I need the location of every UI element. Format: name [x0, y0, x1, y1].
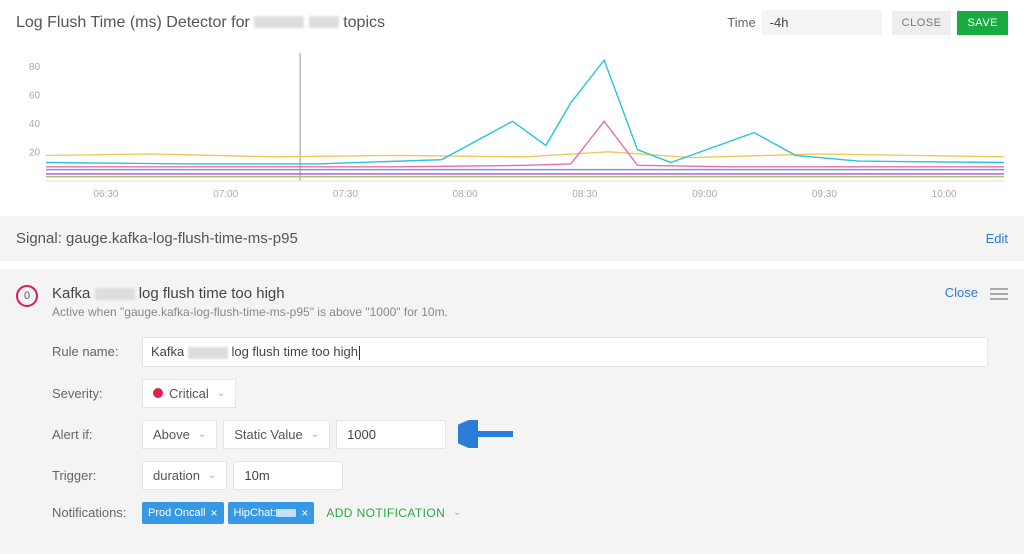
save-button[interactable]: SAVE [957, 11, 1008, 35]
svg-text:07:30: 07:30 [333, 189, 358, 200]
add-notification-button[interactable]: ADD NOTIFICATION⌄ [326, 506, 462, 520]
severity-select[interactable]: Critical ⌄ [142, 379, 236, 408]
svg-text:09:30: 09:30 [812, 189, 837, 200]
trigger-mode-select[interactable]: duration⌄ [142, 461, 227, 490]
svg-text:40: 40 [29, 119, 41, 130]
title-pre: Log Flush Time (ms) Detector for [16, 14, 254, 31]
svg-text:06:30: 06:30 [93, 189, 118, 200]
rule-title: Kafka log flush time too high [52, 285, 945, 302]
header: Log Flush Time (ms) Detector for topics … [0, 0, 1024, 43]
chevron-down-icon: ⌄ [208, 470, 216, 481]
svg-text:60: 60 [29, 91, 41, 102]
trigger-value-input[interactable] [233, 461, 343, 490]
chevron-down-icon: ⌄ [453, 507, 462, 518]
time-input[interactable] [762, 10, 882, 35]
close-rule-link[interactable]: Close [945, 285, 978, 300]
edit-signal-link[interactable]: Edit [986, 231, 1008, 246]
chevron-down-icon: ⌄ [217, 388, 225, 399]
svg-text:08:00: 08:00 [453, 189, 478, 200]
svg-text:80: 80 [29, 62, 41, 73]
redacted-text [309, 16, 339, 28]
severity-label: Severity: [52, 386, 142, 401]
chevron-down-icon: ⌄ [198, 429, 206, 440]
signal-label: Signal: gauge.kafka-log-flush-time-ms-p9… [16, 230, 986, 247]
notification-tag[interactable]: Prod Oncall× [142, 502, 224, 524]
menu-icon[interactable] [990, 285, 1008, 303]
redacted-text [254, 16, 304, 28]
time-label: Time [727, 15, 755, 30]
notification-tag[interactable]: HipChat: × [228, 502, 315, 524]
critical-dot-icon [153, 388, 163, 398]
rule-name-label: Rule name: [52, 344, 142, 359]
chevron-down-icon: ⌄ [311, 429, 319, 440]
svg-text:10:00: 10:00 [932, 189, 957, 200]
rule-count-badge: 0 [16, 285, 38, 307]
svg-text:07:00: 07:00 [213, 189, 238, 200]
pointer-arrow-icon [458, 420, 518, 448]
time-series-chart[interactable]: 20 40 60 80 06:30 07:00 07:30 08:00 08:30 09:00 09… [16, 43, 1008, 203]
redacted-text [276, 509, 296, 517]
remove-tag-icon[interactable]: × [210, 506, 217, 520]
trigger-label: Trigger: [52, 468, 142, 483]
svg-text:08:30: 08:30 [572, 189, 597, 200]
svg-text:09:00: 09:00 [692, 189, 717, 200]
signal-bar: Signal: gauge.kafka-log-flush-time-ms-p9… [0, 216, 1024, 261]
notifications-label: Notifications: [52, 505, 142, 520]
page-title: Log Flush Time (ms) Detector for topics [16, 14, 727, 32]
title-post: topics [339, 14, 385, 31]
rule-block: 0 Kafka log flush time too high Active w… [0, 269, 1024, 554]
svg-text:20: 20 [29, 148, 41, 159]
redacted-text [188, 347, 228, 359]
threshold-input[interactable] [336, 420, 446, 449]
rule-form: Rule name: Kafka log flush time too high… [52, 337, 1008, 524]
alert-if-label: Alert if: [52, 427, 142, 442]
direction-select[interactable]: Above⌄ [142, 420, 217, 449]
rule-subtitle: Active when "gauge.kafka-log-flush-time-… [52, 305, 945, 319]
close-button[interactable]: CLOSE [892, 11, 952, 35]
rule-name-input[interactable]: Kafka log flush time too high [142, 337, 988, 367]
remove-tag-icon[interactable]: × [301, 506, 308, 520]
redacted-text [95, 288, 135, 300]
mode-select[interactable]: Static Value⌄ [223, 420, 330, 449]
